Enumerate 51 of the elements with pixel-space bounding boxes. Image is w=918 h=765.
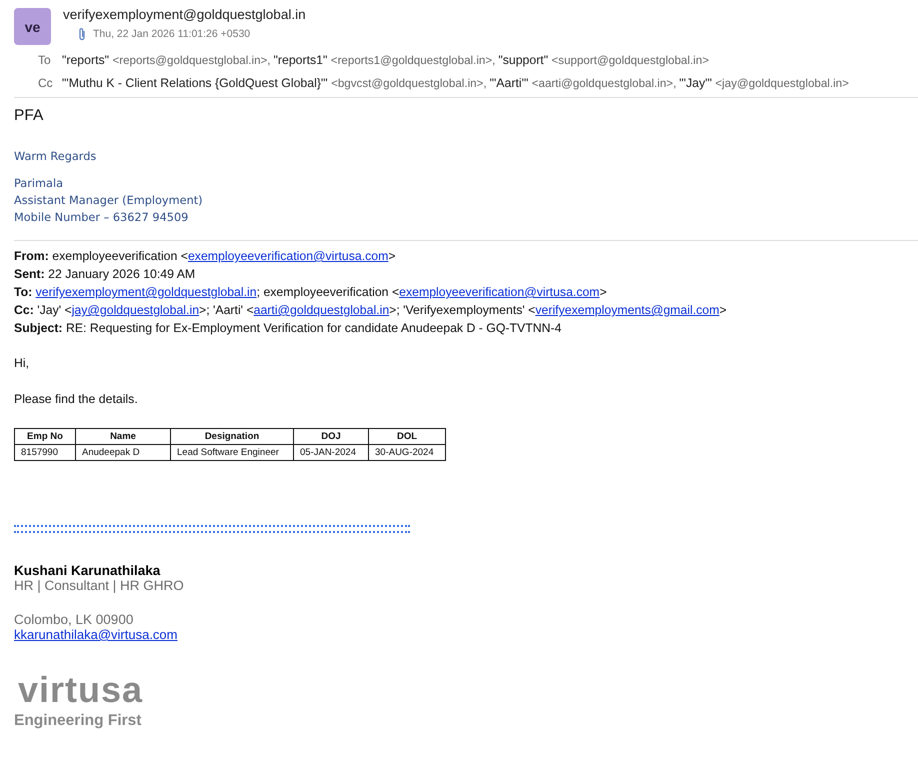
recipient-name: "'Jay'": [679, 76, 712, 90]
signature-line: Mobile Number – 63627 94509: [14, 210, 190, 226]
table-cell: 30-AUG-2024: [368, 444, 446, 460]
recipient-address: <support@goldquestglobal.in>: [552, 54, 709, 67]
recipient-label: To: [37, 53, 52, 67]
sender-address: verifyexemployment@goldquestglobal.in: [63, 7, 306, 22]
recipient-name: "reports1": [274, 53, 328, 67]
recipient-address: <aarti@goldquestglobal.in>,: [532, 77, 676, 90]
signature-line: Assistant Manager (Employment): [14, 193, 204, 209]
recipient-address: <bgvcst@goldquestglobal.in>,: [331, 77, 487, 90]
body-text: Please find the details.: [14, 391, 139, 408]
header-line: From: exemployeeverification <exemployeeverification@virtusa.com>: [14, 248, 397, 265]
recipient-name: "reports": [62, 53, 110, 67]
email-link[interactable]: jay@goldquestglobal.in: [72, 303, 200, 317]
signature-line: Parimala: [14, 176, 64, 192]
signature-title: HR | Consultant | HR GHRO: [14, 578, 185, 593]
avatar: ve: [14, 8, 51, 45]
recipient-address: <reports1@goldquestglobal.in>,: [330, 54, 496, 67]
table-cell: 05-JAN-2024: [294, 444, 368, 460]
table-cell: Lead Software Engineer: [170, 444, 294, 460]
email-link[interactable]: exemployeeverification@virtusa.com: [188, 249, 388, 263]
email-link[interactable]: aarti@goldquestglobal.in: [254, 303, 390, 317]
body-text: Hi,: [14, 355, 30, 372]
signature-name: Kushani Karunathilaka: [14, 563, 162, 578]
header-line: To: verifyexemployment@goldquestglobal.in; exemployeeverification <exemployeeverification@virtusa.com>: [14, 284, 608, 301]
column-header: DOL: [368, 428, 446, 444]
table-cell: Anudeepak D: [76, 444, 170, 460]
recipient-address: <jay@goldquestglobal.in>: [715, 77, 849, 90]
column-header: DOJ: [294, 428, 368, 444]
recipient-name: "support": [498, 53, 548, 67]
signature-location: Colombo, LK 00900: [14, 612, 134, 627]
email-link[interactable]: exemployeeverification@virtusa.com: [399, 285, 600, 299]
recipient-label: Cc: [37, 76, 54, 90]
header-line: Subject: RE: Requesting for Ex-Employment Verification for candidate Anudeepak D - GQ-TVTNN-4: [14, 320, 562, 337]
logo-text: virtusa: [17, 672, 144, 708]
column-header: Emp No: [14, 428, 76, 444]
message-text: PFA: [14, 107, 44, 125]
closing-text: Warm Regards: [14, 150, 98, 163]
table-cell: 8157990: [14, 444, 76, 460]
recipient-address: <reports@goldquestglobal.in>,: [112, 54, 271, 67]
email-link[interactable]: verifyexemployments@gmail.com: [535, 303, 720, 317]
column-header: Name: [76, 428, 170, 444]
recipient-name: "'Muthu K - Client Relations {GoldQuest Global}'": [62, 76, 328, 90]
header-line: Sent: 22 January 2026 10:49 AM: [14, 266, 196, 283]
sent-date: Thu, 22 Jan 2026 11:01:26 +0530: [93, 28, 250, 40]
logo-tagline: Engineering First: [14, 712, 142, 730]
email-link[interactable]: verifyexemployment@goldquestglobal.in: [36, 285, 257, 299]
email-link[interactable]: kkarunathilaka@virtusa.com: [14, 627, 178, 642]
column-header: Designation: [170, 428, 294, 444]
header-line: Cc: 'Jay' <jay@goldquestglobal.in>; 'Aarti' <aarti@goldquestglobal.in>; 'Verifyexemployments' <verifyexemployments@gmail.com>: [14, 302, 728, 319]
recipient-name: "'Aarti'": [490, 76, 528, 90]
